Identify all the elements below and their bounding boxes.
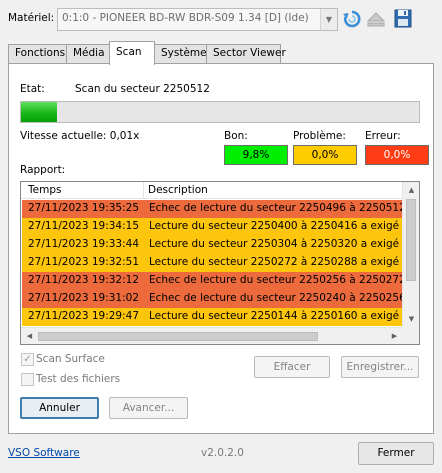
table-row[interactable]: 27/11/2023 19:31:02 Echec de lecture du s… — [22, 290, 403, 308]
row-description: Echec de lecture du secteur 2250240 à 22… — [149, 292, 403, 304]
problem-value-box: 0,0% — [293, 145, 357, 165]
report-label: Rapport: — [20, 164, 66, 176]
vertical-scroll-thumb[interactable] — [406, 199, 416, 281]
error-label: Erreur: — [365, 130, 401, 142]
refresh-icon[interactable] — [342, 8, 362, 30]
column-header-time[interactable]: Temps — [28, 184, 61, 196]
report-list[interactable]: Temps Description 27/11/2023 19:35:25 Ech… — [20, 181, 420, 345]
row-time: 27/11/2023 19:32:12 — [28, 274, 140, 286]
table-row[interactable]: 27/11/2023 19:33:44 Lecture du secteur 22… — [22, 236, 403, 254]
horizontal-scrollbar[interactable]: ◀ ▶ — [21, 327, 403, 344]
save-disk-icon[interactable] — [393, 8, 413, 30]
tab-sector-viewer[interactable]: Sector Viewer — [206, 44, 286, 64]
table-row[interactable]: 27/11/2023 19:32:51 Lecture du secteur 22… — [22, 254, 403, 272]
close-button[interactable]: Fermer — [358, 442, 434, 465]
scrollbar-corner — [402, 327, 419, 344]
scroll-left-icon[interactable]: ◀ — [21, 328, 38, 344]
row-description: Lecture du secteur 2250304 à 2250320 a e… — [149, 238, 403, 250]
good-label: Bon: — [224, 130, 248, 142]
list-header: Temps Description — [21, 182, 403, 199]
tab-systeme[interactable]: Système — [154, 44, 207, 64]
eject-icon[interactable] — [366, 8, 386, 30]
row-description: Lecture du secteur 2250400 à 2250416 a e… — [149, 220, 403, 232]
vertical-scrollbar[interactable]: ▲ ▼ — [402, 182, 419, 328]
test-files-label: Test des fichiers — [36, 373, 121, 385]
error-value-box: 0,0% — [365, 145, 429, 165]
row-time: 27/11/2023 19:35:25 — [28, 202, 140, 214]
horizontal-scroll-thumb[interactable] — [38, 332, 318, 341]
scroll-down-icon[interactable]: ▼ — [403, 311, 419, 328]
scan-progress-bar — [20, 101, 420, 123]
tab-scan[interactable]: Scan — [109, 41, 155, 65]
row-time: 27/11/2023 19:32:51 — [28, 256, 140, 268]
progress-fill — [21, 102, 57, 122]
row-time: 27/11/2023 19:29:47 — [28, 310, 140, 322]
device-label: Matériel: — [8, 12, 55, 24]
state-label: Etat: — [20, 83, 45, 95]
scan-surface-label: Scan Surface — [36, 353, 105, 365]
tab-media[interactable]: Média — [66, 44, 111, 64]
tab-fonctions[interactable]: Fonctions — [8, 44, 67, 64]
row-time: 27/11/2023 19:33:44 — [28, 238, 140, 250]
device-select[interactable]: 0:1:0 - PIONEER BD-RW BDR-S09 1.34 [D] (… — [57, 8, 338, 31]
scroll-right-icon[interactable]: ▶ — [386, 328, 403, 344]
table-row[interactable]: 27/11/2023 19:32:12 Echec de lecture du s… — [22, 272, 403, 290]
cancel-button[interactable]: Annuler — [20, 397, 99, 419]
row-description: Lecture du secteur 2250144 à 2250160 a e… — [149, 310, 403, 322]
chevron-down-icon[interactable]: ▼ — [320, 9, 337, 30]
device-select-value: 0:1:0 - PIONEER BD-RW BDR-S09 1.34 [D] (… — [62, 12, 309, 24]
vendor-link[interactable]: VSO Software — [8, 447, 80, 459]
clear-button[interactable]: Effacer — [254, 356, 330, 378]
table-row[interactable]: 27/11/2023 19:29:47 Lecture du secteur 22… — [22, 308, 403, 326]
good-value-box: 9,8% — [224, 145, 288, 165]
speed-label: Vitesse actuelle: 0,01x — [20, 130, 140, 142]
test-files-checkbox[interactable] — [21, 373, 34, 386]
problem-label: Problème: — [293, 130, 346, 142]
version-text: v2.0.2.0 — [201, 447, 244, 459]
row-time: 27/11/2023 19:34:15 — [28, 220, 140, 232]
state-value: Scan du secteur 2250512 — [75, 83, 210, 95]
scroll-up-icon[interactable]: ▲ — [403, 182, 419, 199]
column-header-description[interactable]: Description — [148, 184, 208, 196]
row-time: 27/11/2023 19:31:02 — [28, 292, 140, 304]
row-description: Lecture du secteur 2250272 à 2250288 a e… — [149, 256, 403, 268]
advance-button[interactable]: Avancer... — [109, 397, 188, 419]
table-row[interactable]: 27/11/2023 19:34:15 Lecture du secteur 22… — [22, 218, 403, 236]
table-row[interactable]: 27/11/2023 19:35:25 Echec de lecture du s… — [22, 200, 403, 218]
scan-surface-checkbox[interactable]: ✓ — [21, 353, 34, 366]
save-report-button[interactable]: Enregistrer... — [341, 356, 419, 378]
row-description: Echec de lecture du secteur 2250256 à 22… — [149, 274, 403, 286]
row-description: Echec de lecture du secteur 2250496 à 22… — [149, 202, 403, 214]
